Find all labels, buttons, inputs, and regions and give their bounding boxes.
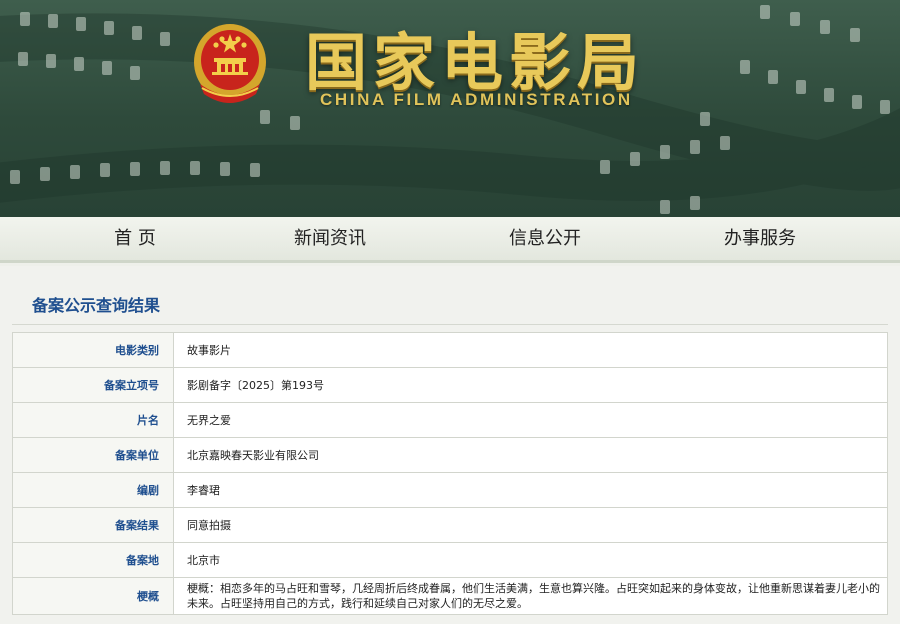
table-row: 备案地 北京市: [12, 542, 888, 578]
row-label-filing-location: 备案地: [12, 542, 174, 578]
row-label-screenwriter: 编剧: [12, 472, 174, 508]
table-row: 片名 无界之爱: [12, 402, 888, 438]
row-value-category: 故事影片: [173, 332, 888, 368]
row-label-filing-unit: 备案单位: [12, 437, 174, 473]
row-value-filing-number: 影剧备字〔2025〕第193号: [173, 367, 888, 403]
row-value-synopsis: 梗概：相恋多年的马占旺和雪琴，几经周折后终成眷属，他们生活美满，生意也算兴隆。占…: [173, 577, 888, 615]
row-value-film-title: 无界之爱: [173, 402, 888, 438]
nav-item-news[interactable]: 新闻资讯: [280, 217, 380, 263]
nav-item-home[interactable]: 首 页: [90, 217, 180, 263]
nav-item-services[interactable]: 办事服务: [710, 217, 810, 263]
main-content: 备案公示查询结果 电影类别 故事影片 备案立项号 影剧备字〔2025〕第193号…: [0, 266, 900, 624]
main-nav: 首 页 新闻资讯 信息公开 办事服务: [0, 217, 900, 263]
title-divider: [12, 324, 888, 325]
site-title-english: CHINA FILM ADMINISTRATION: [320, 90, 633, 109]
row-label-category: 电影类别: [12, 332, 174, 368]
row-value-filing-unit: 北京嘉映春天影业有限公司: [173, 437, 888, 473]
table-row: 备案单位 北京嘉映春天影业有限公司: [12, 437, 888, 473]
row-value-screenwriter: 李睿珺: [173, 472, 888, 508]
national-emblem-icon: [194, 24, 266, 103]
table-row: 梗概 梗概：相恋多年的马占旺和雪琴，几经周折后终成眷属，他们生活美满，生意也算兴…: [12, 577, 888, 615]
site-title-chinese: 国家电影局: [305, 26, 646, 99]
table-row: 备案立项号 影剧备字〔2025〕第193号: [12, 367, 888, 403]
page-title: 备案公示查询结果: [32, 296, 161, 315]
filing-result-table: 电影类别 故事影片 备案立项号 影剧备字〔2025〕第193号 片名 无界之爱 …: [12, 332, 888, 615]
row-label-synopsis: 梗概: [12, 577, 174, 615]
row-label-filing-result: 备案结果: [12, 507, 174, 543]
table-row: 电影类别 故事影片: [12, 332, 888, 368]
table-row: 编剧 李睿珺: [12, 472, 888, 508]
header-banner: 国家电影局 CHINA FILM ADMINISTRATION: [0, 0, 900, 217]
row-value-filing-result: 同意拍摄: [173, 507, 888, 543]
row-label-filing-number: 备案立项号: [12, 367, 174, 403]
table-row: 备案结果 同意拍摄: [12, 507, 888, 543]
row-label-film-title: 片名: [12, 402, 174, 438]
nav-item-info-disclosure[interactable]: 信息公开: [495, 217, 595, 263]
row-value-filing-location: 北京市: [173, 542, 888, 578]
